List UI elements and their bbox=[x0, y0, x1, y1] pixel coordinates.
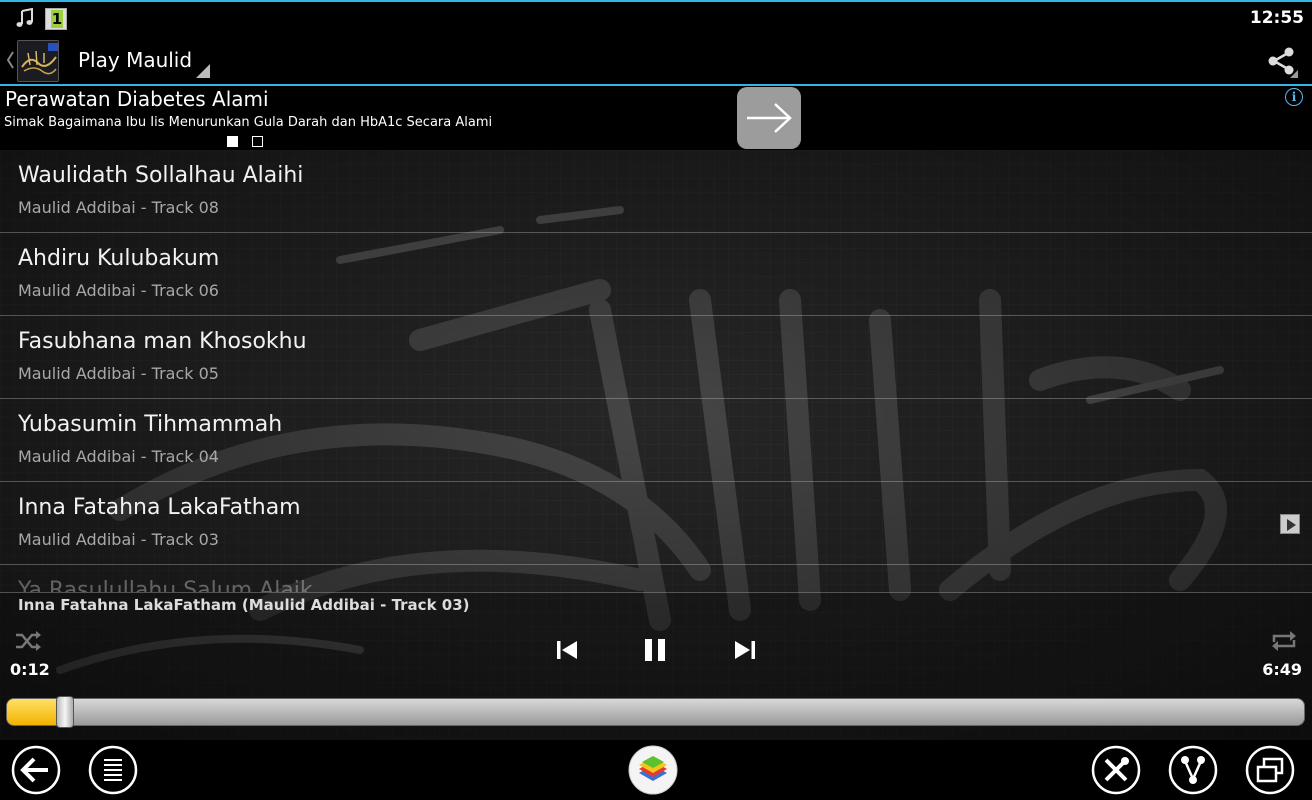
window-icon[interactable] bbox=[1245, 745, 1295, 795]
list-item[interactable]: Ya Rasulullahu Salum Alaik bbox=[0, 565, 1312, 592]
track-subtitle: Maulid Addibai - Track 06 bbox=[18, 281, 219, 300]
ad-page-dot[interactable] bbox=[252, 136, 263, 147]
next-icon[interactable] bbox=[733, 638, 757, 662]
system-nav-bar bbox=[0, 740, 1312, 800]
share-nodes-icon[interactable] bbox=[1168, 745, 1218, 795]
track-title: Inna Fatahna LakaFatham bbox=[18, 495, 301, 520]
music-note-icon bbox=[16, 8, 33, 27]
track-subtitle: Maulid Addibai - Track 08 bbox=[18, 198, 219, 217]
track-title: Fasubhana man Khosokhu bbox=[18, 329, 307, 354]
track-subtitle: Maulid Addibai - Track 03 bbox=[18, 530, 219, 549]
notification-icon: 1 bbox=[45, 8, 67, 30]
pause-icon[interactable] bbox=[642, 636, 668, 664]
tools-icon[interactable] bbox=[1091, 745, 1141, 795]
screen-title[interactable]: Play Maulid bbox=[78, 48, 192, 72]
spinner-icon[interactable] bbox=[196, 64, 210, 78]
previous-icon[interactable] bbox=[555, 638, 579, 662]
track-title: Yubasumin Tihmammah bbox=[18, 412, 283, 437]
status-bar: 1 12:55 bbox=[0, 0, 1312, 36]
track-subtitle: Maulid Addibai - Track 04 bbox=[18, 447, 219, 466]
ad-page-dot-active[interactable] bbox=[227, 136, 238, 147]
list-item[interactable]: Yubasumin Tihmammah Maulid Addibai - Tra… bbox=[0, 399, 1312, 482]
menu-icon[interactable] bbox=[88, 745, 138, 795]
ad-description[interactable]: Simak Bagaimana Ibu Iis Menurunkan Gula … bbox=[4, 115, 492, 130]
back-caret-icon[interactable] bbox=[5, 50, 15, 70]
list-item[interactable]: Waulidath Sollalhau Alaihi Maulid Addiba… bbox=[0, 150, 1312, 233]
app-icon[interactable] bbox=[17, 40, 59, 82]
bluestacks-icon[interactable] bbox=[628, 745, 678, 795]
action-bar: Play Maulid bbox=[0, 36, 1312, 86]
back-icon[interactable] bbox=[11, 745, 61, 795]
notification-badge: 1 bbox=[51, 10, 63, 28]
share-icon[interactable] bbox=[1264, 44, 1298, 78]
elapsed-time: 0:12 bbox=[10, 660, 50, 679]
list-divider bbox=[0, 592, 1312, 593]
track-title: Waulidath Sollalhau Alaihi bbox=[18, 163, 304, 188]
seek-bar[interactable] bbox=[6, 696, 1305, 728]
now-playing-label: Inna Fatahna LakaFatham (Maulid Addibai … bbox=[18, 596, 470, 614]
shuffle-icon[interactable] bbox=[14, 630, 42, 652]
track-subtitle: Maulid Addibai - Track 05 bbox=[18, 364, 219, 383]
seek-handle[interactable] bbox=[56, 696, 74, 728]
list-item[interactable]: Fasubhana man Khosokhu Maulid Addibai - … bbox=[0, 316, 1312, 399]
ad-info-icon[interactable]: i bbox=[1285, 88, 1303, 106]
ad-open-button[interactable] bbox=[737, 87, 801, 149]
player-content: Waulidath Sollalhau Alaihi Maulid Addiba… bbox=[0, 150, 1312, 740]
arrow-right-icon bbox=[747, 103, 792, 133]
track-title: Ahdiru Kulubakum bbox=[18, 246, 220, 271]
list-item[interactable]: Ahdiru Kulubakum Maulid Addibai - Track … bbox=[0, 233, 1312, 316]
status-clock: 12:55 bbox=[1249, 8, 1304, 28]
track-list[interactable]: Waulidath Sollalhau Alaihi Maulid Addiba… bbox=[0, 150, 1312, 592]
ad-banner[interactable]: Perawatan Diabetes Alami Simak Bagaimana… bbox=[0, 86, 1312, 150]
list-item[interactable]: Inna Fatahna LakaFatham Maulid Addibai -… bbox=[0, 482, 1312, 565]
total-time: 6:49 bbox=[1262, 660, 1302, 679]
track-title: Ya Rasulullahu Salum Alaik bbox=[18, 578, 313, 592]
repeat-icon[interactable] bbox=[1270, 630, 1298, 652]
ad-title[interactable]: Perawatan Diabetes Alami bbox=[5, 87, 269, 111]
play-indicator-icon[interactable] bbox=[1280, 514, 1300, 534]
